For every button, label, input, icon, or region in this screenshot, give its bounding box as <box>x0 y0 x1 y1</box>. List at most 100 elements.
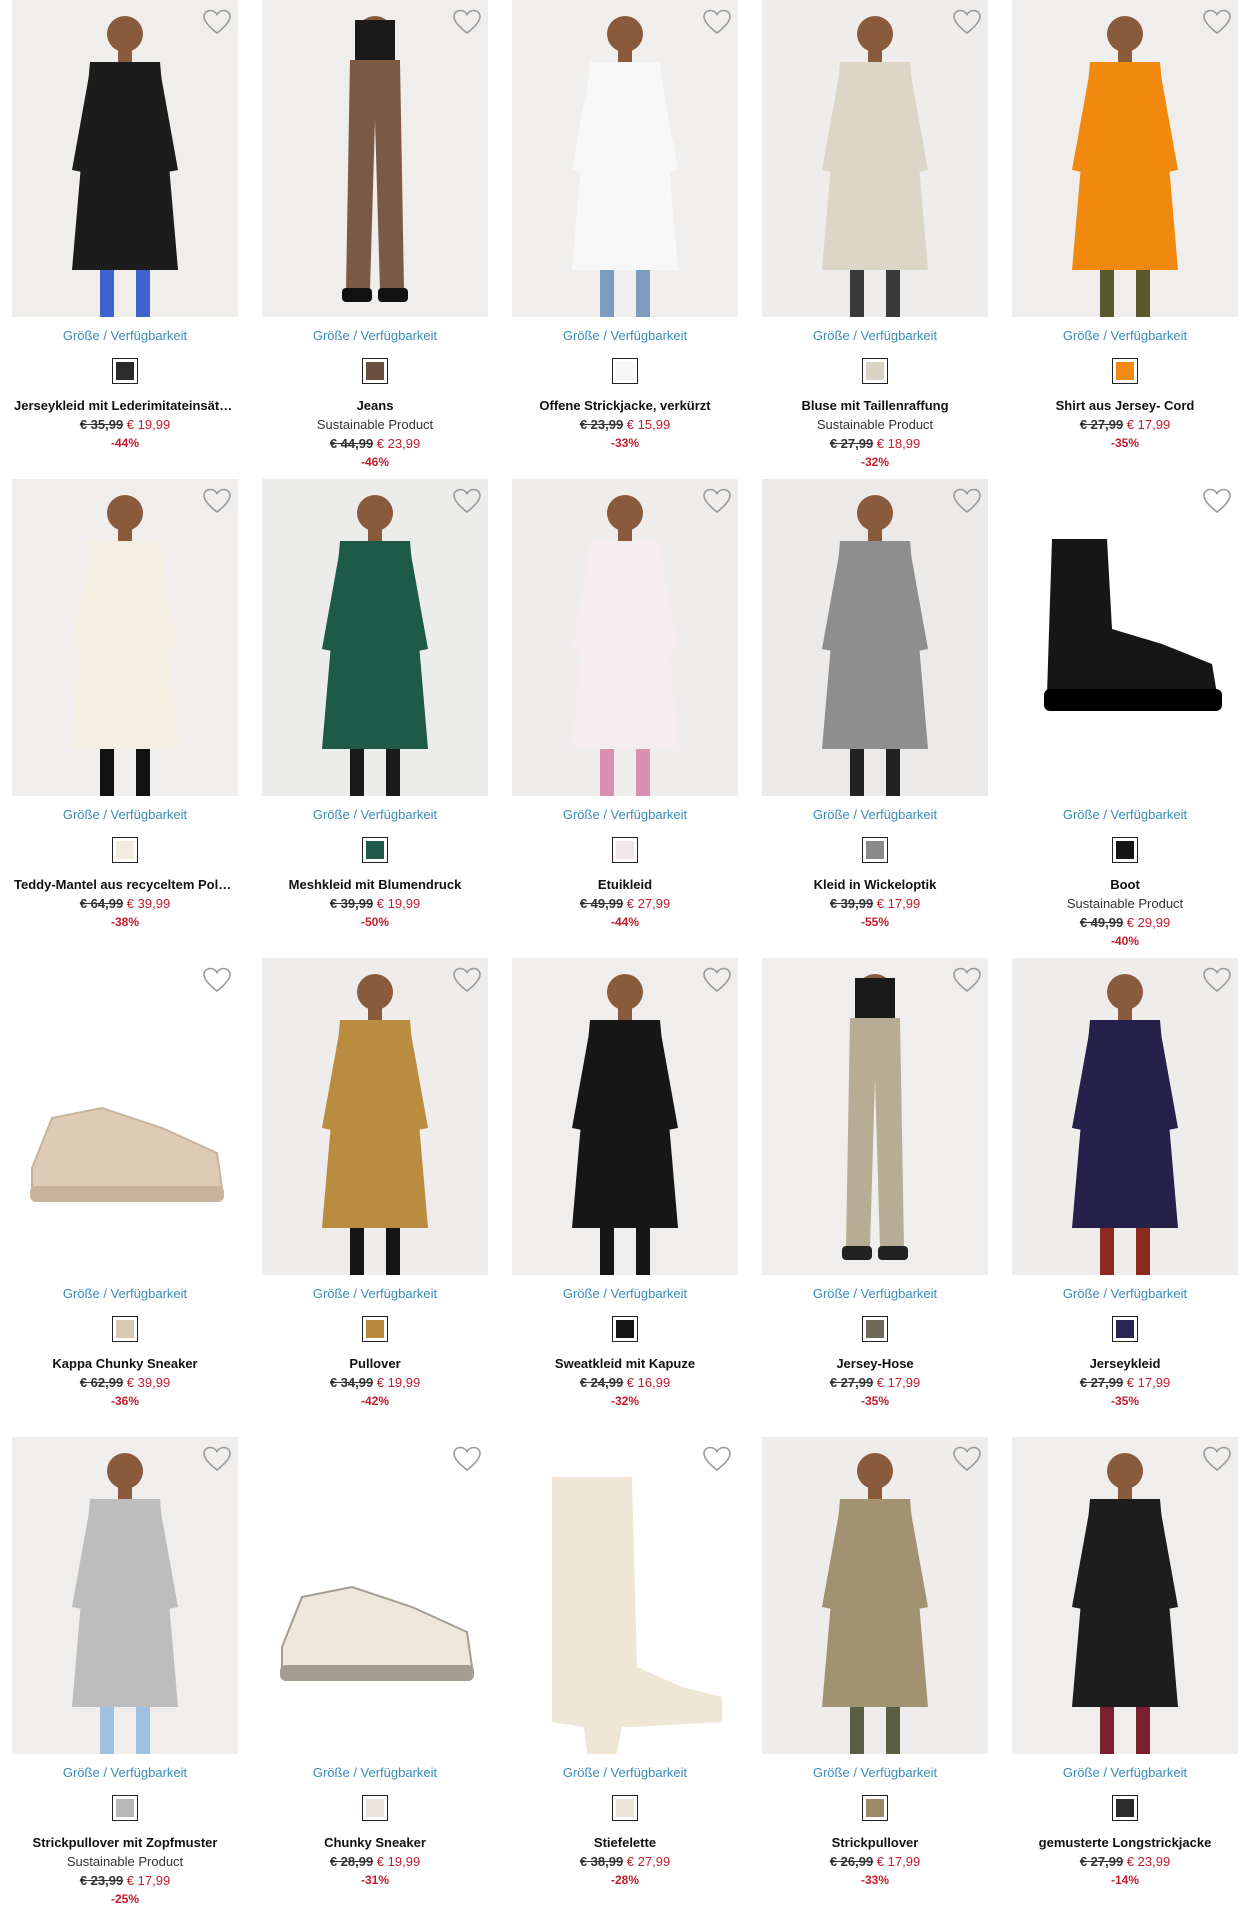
product-image[interactable] <box>512 1437 738 1754</box>
color-swatch[interactable] <box>612 837 638 863</box>
color-swatch[interactable] <box>612 1316 638 1342</box>
color-swatch[interactable] <box>112 1795 138 1821</box>
product-image[interactable] <box>1012 958 1238 1275</box>
color-swatch[interactable] <box>612 1795 638 1821</box>
product-card[interactable]: Größe / Verfügbarkeit Meshkleid mit Blume… <box>262 479 488 957</box>
product-name[interactable]: Strickpullover mit Zopfmuster <box>12 1833 238 1852</box>
product-card[interactable]: Größe / Verfügbarkeit Chunky Sneaker € 28,… <box>262 1437 488 1915</box>
product-card[interactable]: Größe / Verfügbarkeit Teddy-Mantel aus re… <box>12 479 238 957</box>
size-availability-link[interactable]: Größe / Verfügbarkeit <box>12 1286 238 1301</box>
wishlist-heart-icon[interactable] <box>1202 1445 1232 1473</box>
wishlist-heart-icon[interactable] <box>202 8 232 36</box>
wishlist-heart-icon[interactable] <box>202 966 232 994</box>
size-availability-link[interactable]: Größe / Verfügbarkeit <box>762 807 988 822</box>
size-availability-link[interactable]: Größe / Verfügbarkeit <box>1012 1286 1238 1301</box>
wishlist-heart-icon[interactable] <box>1202 487 1232 515</box>
product-card[interactable]: Größe / Verfügbarkeit Kleid in Wickelopti… <box>762 479 988 957</box>
product-card[interactable]: Größe / Verfügbarkeit Etuikleid € 49,99 € … <box>512 479 738 957</box>
product-card[interactable]: Größe / Verfügbarkeit Bluse mit Taillenra… <box>762 0 988 478</box>
color-swatch[interactable] <box>1112 837 1138 863</box>
product-image[interactable] <box>12 479 238 796</box>
product-card[interactable]: Größe / Verfügbarkeit Stiefelette € 38,99 … <box>512 1437 738 1915</box>
color-swatch[interactable] <box>362 837 388 863</box>
product-image[interactable] <box>262 958 488 1275</box>
product-name[interactable]: Shirt aus Jersey- Cord <box>1012 396 1238 415</box>
color-swatch[interactable] <box>1112 1795 1138 1821</box>
product-image[interactable] <box>512 958 738 1275</box>
product-card[interactable]: Größe / Verfügbarkeit Boot Sustainable Pro… <box>1012 479 1238 957</box>
product-image[interactable] <box>512 479 738 796</box>
product-image[interactable] <box>262 479 488 796</box>
product-image[interactable] <box>512 0 738 317</box>
color-swatch[interactable] <box>612 358 638 384</box>
product-image[interactable] <box>262 0 488 317</box>
size-availability-link[interactable]: Größe / Verfügbarkeit <box>262 1286 488 1301</box>
product-name[interactable]: Pullover <box>262 1354 488 1373</box>
color-swatch[interactable] <box>112 837 138 863</box>
size-availability-link[interactable]: Größe / Verfügbarkeit <box>262 328 488 343</box>
product-name[interactable]: Kleid in Wickeloptik <box>762 875 988 894</box>
product-card[interactable]: Größe / Verfügbarkeit Sweatkleid mit Kapu… <box>512 958 738 1436</box>
wishlist-heart-icon[interactable] <box>452 1445 482 1473</box>
size-availability-link[interactable]: Größe / Verfügbarkeit <box>1012 328 1238 343</box>
color-swatch[interactable] <box>862 1795 888 1821</box>
size-availability-link[interactable]: Größe / Verfügbarkeit <box>12 807 238 822</box>
product-image[interactable] <box>12 1437 238 1754</box>
product-name[interactable]: Jerseykleid mit Lederimitateinsätzen <box>12 396 238 415</box>
size-availability-link[interactable]: Größe / Verfügbarkeit <box>762 1286 988 1301</box>
product-name[interactable]: Etuikleid <box>512 875 738 894</box>
product-name[interactable]: Jerseykleid <box>1012 1354 1238 1373</box>
color-swatch[interactable] <box>1112 358 1138 384</box>
product-card[interactable]: Größe / Verfügbarkeit Strickpullover € 26,… <box>762 1437 988 1915</box>
size-availability-link[interactable]: Größe / Verfügbarkeit <box>512 807 738 822</box>
product-name[interactable]: Jeans <box>262 396 488 415</box>
size-availability-link[interactable]: Größe / Verfügbarkeit <box>262 1765 488 1780</box>
size-availability-link[interactable]: Größe / Verfügbarkeit <box>762 1765 988 1780</box>
product-name[interactable]: Meshkleid mit Blumendruck <box>262 875 488 894</box>
product-image[interactable] <box>1012 1437 1238 1754</box>
product-name[interactable]: Boot <box>1012 875 1238 894</box>
product-card[interactable]: Größe / Verfügbarkeit Offene Strickjacke,… <box>512 0 738 478</box>
wishlist-heart-icon[interactable] <box>702 8 732 36</box>
product-name[interactable]: Strickpullover <box>762 1833 988 1852</box>
size-availability-link[interactable]: Größe / Verfügbarkeit <box>512 1765 738 1780</box>
product-name[interactable]: Teddy-Mantel aus recyceltem Polye… <box>12 875 238 894</box>
product-image[interactable] <box>1012 0 1238 317</box>
product-card[interactable]: Größe / Verfügbarkeit Shirt aus Jersey- C… <box>1012 0 1238 478</box>
product-image[interactable] <box>762 1437 988 1754</box>
color-swatch[interactable] <box>112 358 138 384</box>
size-availability-link[interactable]: Größe / Verfügbarkeit <box>512 1286 738 1301</box>
wishlist-heart-icon[interactable] <box>1202 966 1232 994</box>
product-name[interactable]: Bluse mit Taillenraffung <box>762 396 988 415</box>
wishlist-heart-icon[interactable] <box>952 8 982 36</box>
wishlist-heart-icon[interactable] <box>202 1445 232 1473</box>
size-availability-link[interactable]: Größe / Verfügbarkeit <box>12 1765 238 1780</box>
color-swatch[interactable] <box>862 358 888 384</box>
product-name[interactable]: Offene Strickjacke, verkürzt <box>512 396 738 415</box>
product-image[interactable] <box>762 0 988 317</box>
wishlist-heart-icon[interactable] <box>452 487 482 515</box>
product-card[interactable]: Größe / Verfügbarkeit Kappa Chunky Sneake… <box>12 958 238 1436</box>
product-card[interactable]: Größe / Verfügbarkeit gemusterte Longstri… <box>1012 1437 1238 1915</box>
product-card[interactable]: Größe / Verfügbarkeit Pullover € 34,99 € 1… <box>262 958 488 1436</box>
size-availability-link[interactable]: Größe / Verfügbarkeit <box>12 328 238 343</box>
product-image[interactable] <box>762 958 988 1275</box>
product-image[interactable] <box>12 0 238 317</box>
color-swatch[interactable] <box>362 358 388 384</box>
size-availability-link[interactable]: Größe / Verfügbarkeit <box>1012 1765 1238 1780</box>
product-card[interactable]: Größe / Verfügbarkeit Jersey-Hose € 27,99 … <box>762 958 988 1436</box>
wishlist-heart-icon[interactable] <box>452 966 482 994</box>
size-availability-link[interactable]: Größe / Verfügbarkeit <box>262 807 488 822</box>
product-name[interactable]: Chunky Sneaker <box>262 1833 488 1852</box>
product-name[interactable]: Stiefelette <box>512 1833 738 1852</box>
wishlist-heart-icon[interactable] <box>702 966 732 994</box>
product-name[interactable]: Sweatkleid mit Kapuze <box>512 1354 738 1373</box>
wishlist-heart-icon[interactable] <box>952 1445 982 1473</box>
wishlist-heart-icon[interactable] <box>702 1445 732 1473</box>
color-swatch[interactable] <box>362 1795 388 1821</box>
product-card[interactable]: Größe / Verfügbarkeit Jerseykleid € 27,99 … <box>1012 958 1238 1436</box>
product-name[interactable]: gemusterte Longstrickjacke <box>1012 1833 1238 1852</box>
size-availability-link[interactable]: Größe / Verfügbarkeit <box>1012 807 1238 822</box>
size-availability-link[interactable]: Größe / Verfügbarkeit <box>762 328 988 343</box>
size-availability-link[interactable]: Größe / Verfügbarkeit <box>512 328 738 343</box>
